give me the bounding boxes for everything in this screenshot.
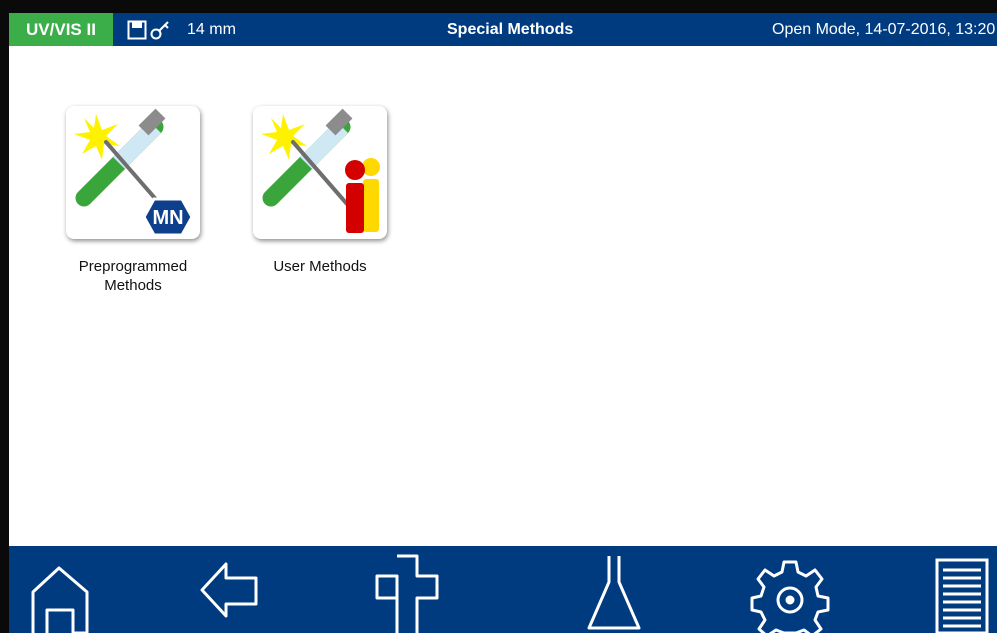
add-button[interactable] [365, 552, 449, 633]
bottom-toolbar [9, 546, 997, 633]
back-arrow-icon [200, 562, 258, 618]
users-icon [345, 158, 380, 233]
gear-icon [750, 560, 830, 633]
status-icons [127, 18, 171, 42]
plus-icon [375, 554, 439, 633]
back-button[interactable] [192, 552, 276, 633]
menu-list-icon [935, 558, 989, 633]
page-title: Special Methods [447, 21, 574, 38]
measure-button[interactable] [577, 552, 661, 633]
save-icon [127, 20, 147, 40]
user-methods-icon[interactable] [253, 106, 387, 239]
svg-text:MN: MN [152, 207, 183, 229]
preprogrammed-methods-label: Preprogrammed Methods [78, 258, 188, 294]
cuvette-path-length: 14 mm [187, 21, 236, 38]
key-icon [149, 19, 171, 41]
user-methods-tile[interactable]: User Methods [240, 106, 400, 276]
menu-button[interactable] [919, 552, 997, 633]
preprogrammed-methods-tile[interactable]: MN Preprogrammed Methods [53, 106, 213, 295]
status-bar: UV/VIS II 14 mm Special Methods Open Mod… [9, 13, 997, 46]
mn-logo: MN [142, 197, 194, 237]
settings-button[interactable] [748, 552, 832, 633]
preprogrammed-methods-icon[interactable]: MN [66, 106, 200, 239]
home-button[interactable] [17, 552, 101, 633]
main-content: MN Preprogrammed Methods User Methods [9, 46, 997, 546]
mode-datetime: Open Mode, 14-07-2016, 13:20 [772, 21, 996, 38]
home-icon [31, 566, 89, 633]
device-name: UV/VIS II [9, 13, 113, 46]
user-methods-label: User Methods [273, 258, 367, 275]
flask-icon [587, 556, 641, 630]
